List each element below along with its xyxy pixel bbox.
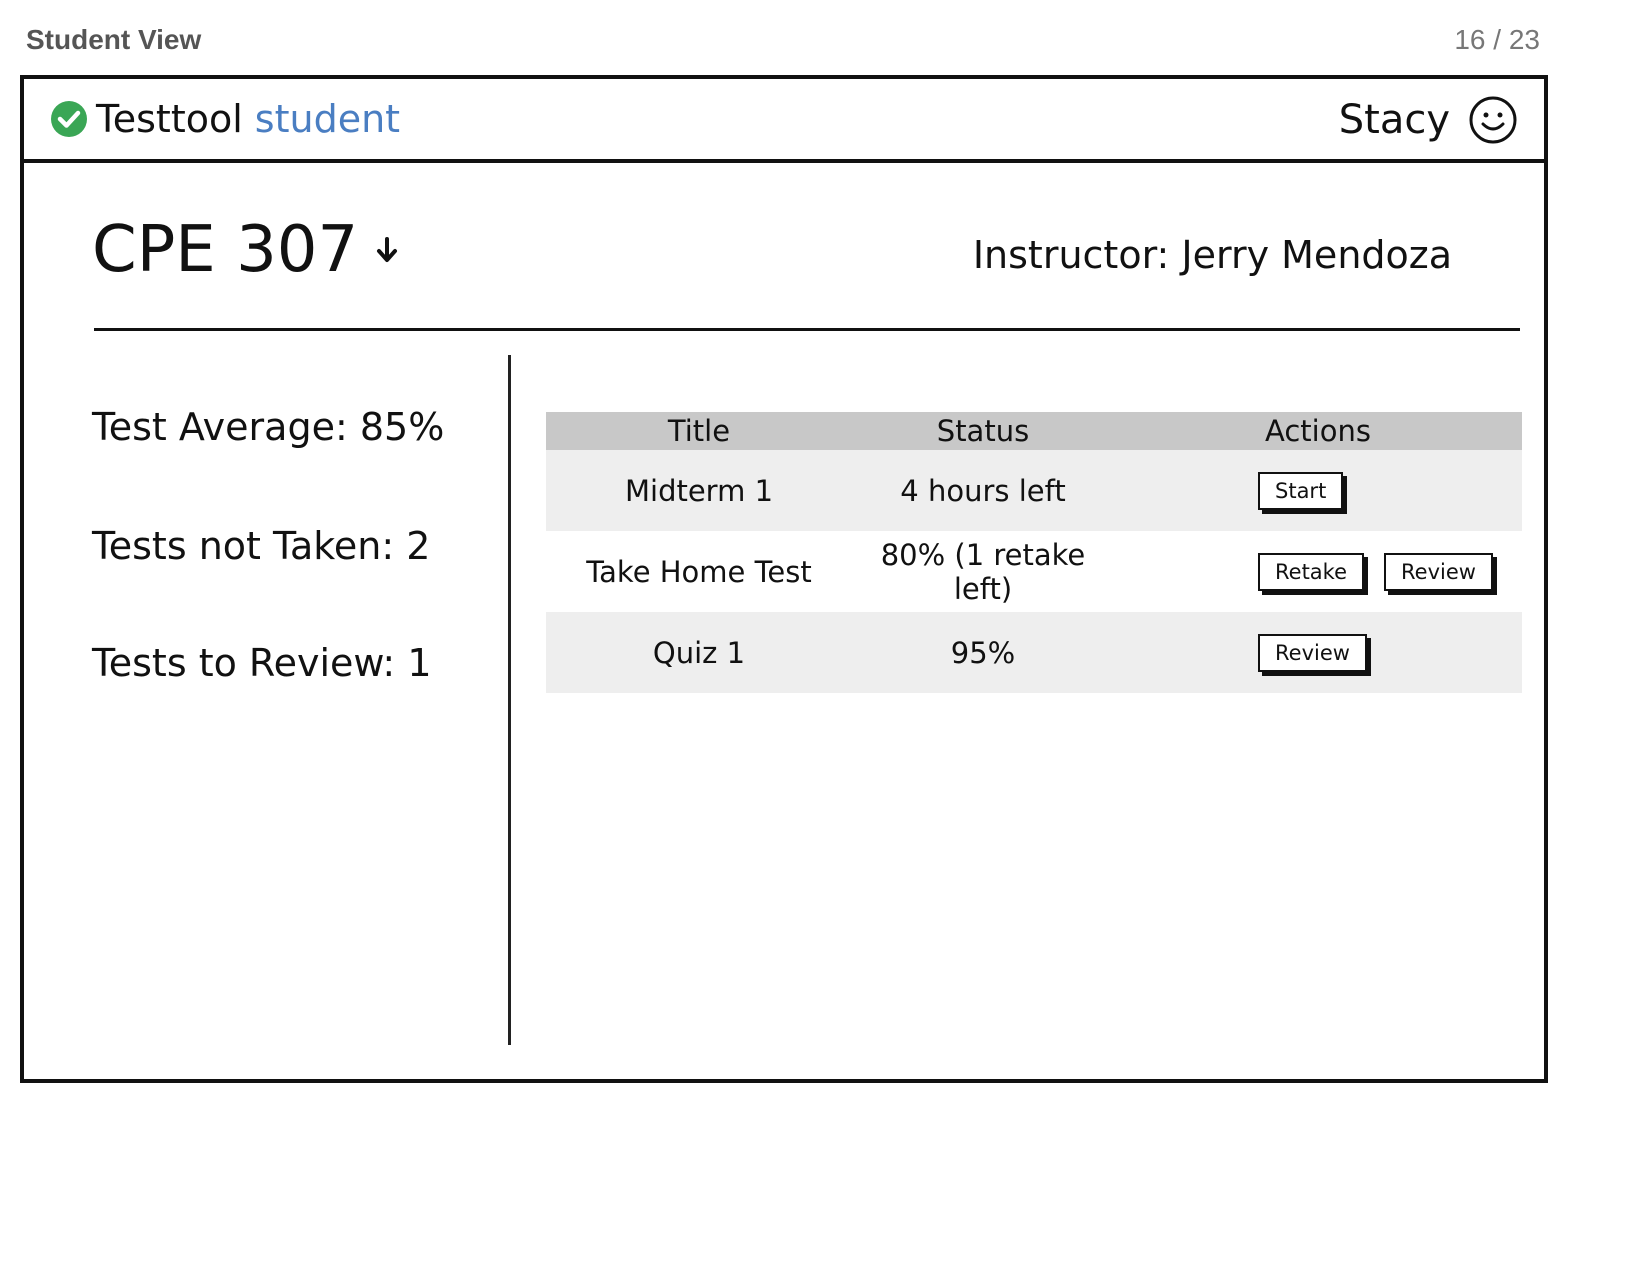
stat-tests-not-taken: Tests not Taken: 2 bbox=[92, 524, 431, 568]
app-window: Testtool student Stacy CPE 307 Instructo… bbox=[20, 75, 1548, 1083]
review-button[interactable]: Review bbox=[1258, 633, 1367, 672]
top-bar: Testtool student Stacy bbox=[24, 79, 1544, 163]
table-row: Quiz 1 95% Review bbox=[546, 612, 1522, 693]
table-row: Take Home Test 80% (1 retake left) Retak… bbox=[546, 531, 1522, 612]
row-actions: Start bbox=[1114, 471, 1522, 510]
table-header: Title Status Actions bbox=[546, 412, 1522, 450]
column-header-actions: Actions bbox=[1265, 414, 1371, 448]
review-button[interactable]: Review bbox=[1384, 552, 1493, 591]
app-mode: student bbox=[254, 97, 401, 141]
column-divider bbox=[508, 355, 511, 1045]
row-actions: Review bbox=[1114, 633, 1522, 672]
row-actions: Retake Review bbox=[1114, 552, 1522, 591]
row-title: Quiz 1 bbox=[652, 635, 746, 670]
tests-table: Title Status Actions Midterm 1 4 hours l… bbox=[546, 412, 1522, 693]
user-menu[interactable]: Stacy bbox=[1339, 95, 1518, 145]
brand[interactable]: Testtool student bbox=[50, 97, 400, 141]
check-circle-icon bbox=[51, 101, 87, 137]
header-divider bbox=[94, 328, 1520, 331]
app-name: Testtool bbox=[96, 97, 243, 141]
instructor-label: Instructor: Jerry Mendoza bbox=[972, 233, 1452, 277]
row-title: Midterm 1 bbox=[624, 473, 774, 508]
page-counter: 16 / 23 bbox=[1454, 24, 1540, 55]
stat-test-average: Test Average: 85% bbox=[92, 405, 445, 449]
row-status: 4 hours left bbox=[900, 473, 1066, 508]
row-title: Take Home Test bbox=[586, 554, 812, 589]
column-header-status: Status bbox=[936, 414, 1030, 448]
page-label: Student View bbox=[26, 24, 202, 55]
user-name: Stacy bbox=[1338, 97, 1450, 143]
course-code: CPE 307 bbox=[92, 213, 359, 287]
row-status: 80% (1 retake left) bbox=[880, 537, 1086, 606]
stat-tests-to-review: Tests to Review: 1 bbox=[92, 641, 432, 685]
arrow-down-icon bbox=[377, 237, 398, 262]
row-status: 95% bbox=[950, 635, 1016, 670]
table-row: Midterm 1 4 hours left Start bbox=[546, 450, 1522, 531]
start-button[interactable]: Start bbox=[1258, 471, 1344, 510]
course-selector[interactable]: CPE 307 bbox=[92, 213, 400, 287]
smiley-face-icon bbox=[1469, 96, 1517, 144]
retake-button[interactable]: Retake bbox=[1258, 552, 1365, 591]
column-header-title: Title bbox=[667, 414, 731, 448]
